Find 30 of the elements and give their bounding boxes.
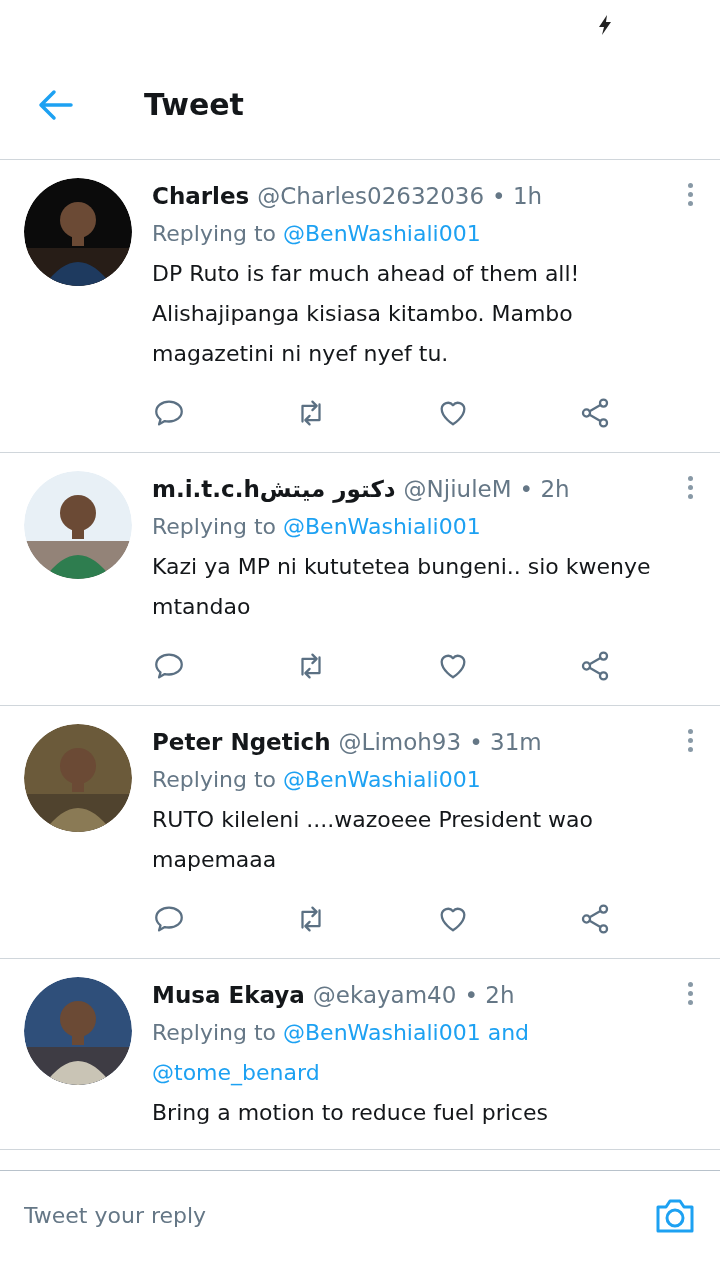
mention-link[interactable]: @tome_benard: [152, 1053, 320, 1093]
user-handle[interactable]: @ekayam40: [312, 977, 457, 1013]
tweet-time: • 1h: [492, 182, 543, 211]
tweet-text: Kazi ya MP ni kututetea bungeni.. sio kwenye mtandao: [152, 553, 652, 621]
replying-label: Replying to: [152, 1019, 277, 1047]
user-handle[interactable]: @NjiuleM: [403, 471, 512, 507]
replying-label: Replying to: [152, 766, 277, 794]
replying-label: Replying to: [152, 220, 277, 248]
user-name[interactable]: m.i.t.c.hدكتور ميتش: [152, 471, 396, 507]
tweet-time: • 31m: [469, 728, 542, 757]
tweet-time: • 2h: [464, 981, 515, 1010]
mention-link[interactable]: @BenWashiali001: [283, 214, 481, 254]
tweet-text: RUTO kileleni ....wazoeee President wao mapemaaa: [152, 806, 594, 874]
tweet-text: Bring a motion to reduce fuel prices: [152, 1099, 549, 1127]
user-handle[interactable]: @Limoh93: [338, 724, 462, 760]
user-name[interactable]: Peter Ngetich: [152, 724, 331, 760]
tweet-text: DP Ruto is far much ahead of them all! Alishajipanga kisiasa kitambo. Mambo magazetini ni nyef nyef tu.: [152, 260, 581, 368]
user-handle[interactable]: @Charles02632036: [257, 178, 485, 214]
user-name[interactable]: Charles: [152, 178, 250, 214]
charging-icon: [598, 15, 612, 35]
tweet-time: • 2h: [519, 475, 570, 504]
user-name[interactable]: Musa Ekaya: [152, 977, 305, 1013]
replying-label: Replying to: [152, 513, 277, 541]
mention-link[interactable]: @BenWashiali001: [283, 760, 481, 800]
reply-input-field[interactable]: Tweet your reply: [24, 1199, 654, 1232]
mention-link[interactable]: @BenWashiali001: [283, 507, 481, 547]
conjunction-text: and: [487, 1019, 530, 1047]
page-title: Tweet: [144, 86, 244, 124]
back-arrow-icon: [38, 88, 74, 121]
mention-link[interactable]: @BenWashiali001: [283, 1013, 481, 1053]
